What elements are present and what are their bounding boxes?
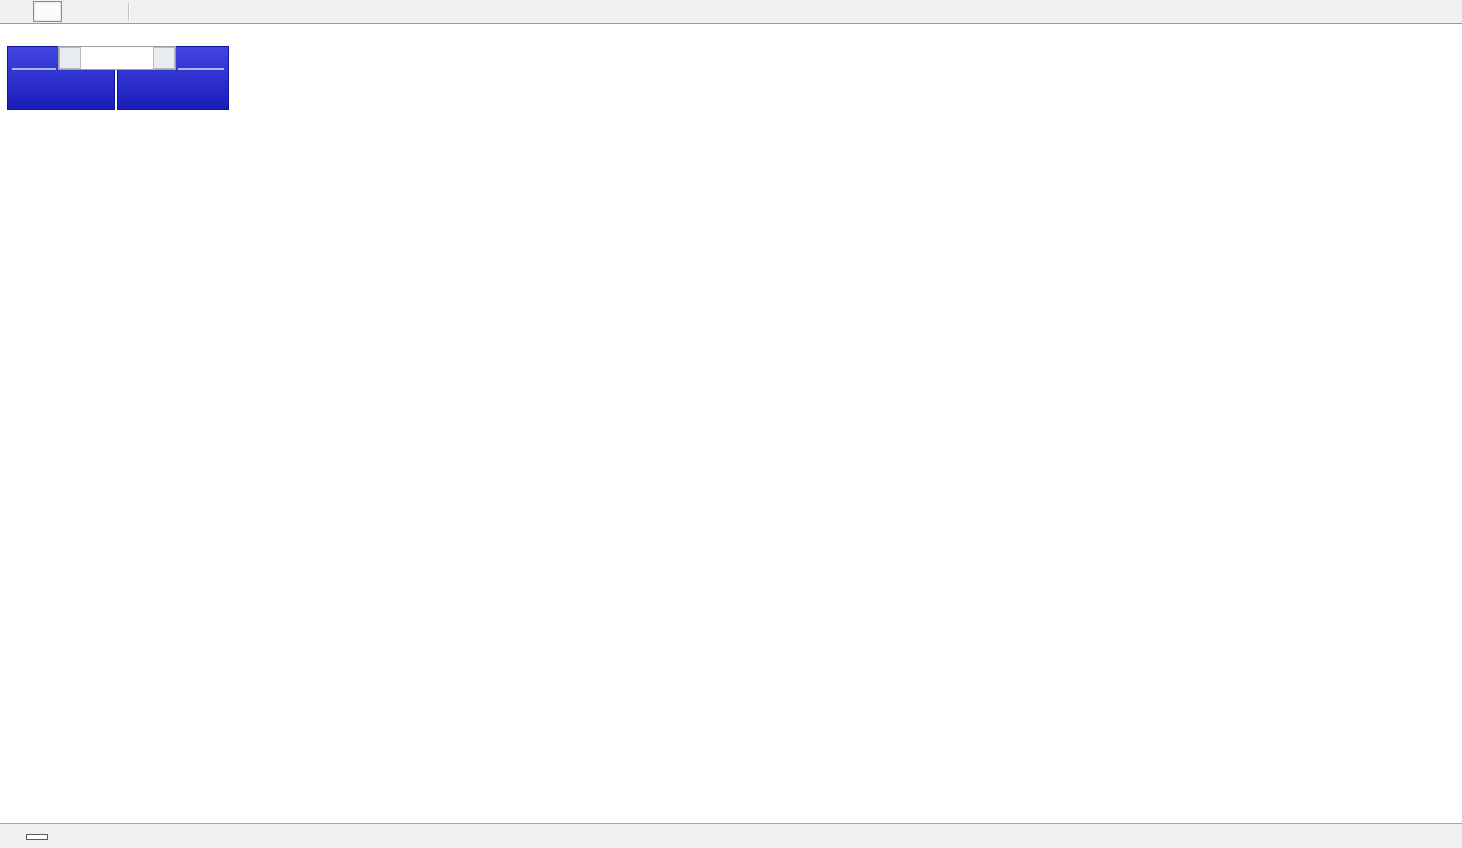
sell-button[interactable] (8, 49, 59, 67)
timeframe-button-mn[interactable] (95, 1, 124, 22)
tab-usdchf-daily[interactable] (48, 835, 66, 839)
volume-increase-button[interactable] (153, 47, 175, 69)
volume-decrease-button[interactable] (59, 47, 81, 69)
symbol-tabbar (0, 823, 1462, 848)
tab-eurusd-daily[interactable] (8, 835, 26, 839)
volume-input[interactable] (81, 47, 153, 69)
tab-audusd-daily[interactable] (26, 834, 48, 840)
chart-canvas[interactable] (0, 0, 1462, 848)
timeframe-button-w1[interactable] (64, 1, 93, 22)
buy-underline (178, 68, 224, 70)
trading-terminal-window (0, 0, 1462, 848)
rsi-label (12, 678, 15, 690)
buy-price-button[interactable] (118, 90, 224, 106)
timeframe-button-h4[interactable] (2, 1, 31, 22)
timeframe-button-d1[interactable] (33, 1, 62, 22)
buy-button[interactable] (174, 49, 228, 67)
sell-underline (12, 68, 56, 70)
timeframe-toolbar (0, 0, 1462, 24)
volume-spinner (58, 46, 176, 70)
macd-label (12, 570, 15, 582)
sell-price-button[interactable] (8, 90, 110, 106)
one-click-trading-panel (7, 46, 229, 110)
tab-eurchf-weekly[interactable] (108, 835, 126, 839)
tab-usdcnh-daily[interactable] (88, 835, 106, 839)
tab-usdcad-daily[interactable] (68, 835, 86, 839)
chart-title (12, 29, 38, 41)
toolbar-separator (128, 3, 130, 20)
